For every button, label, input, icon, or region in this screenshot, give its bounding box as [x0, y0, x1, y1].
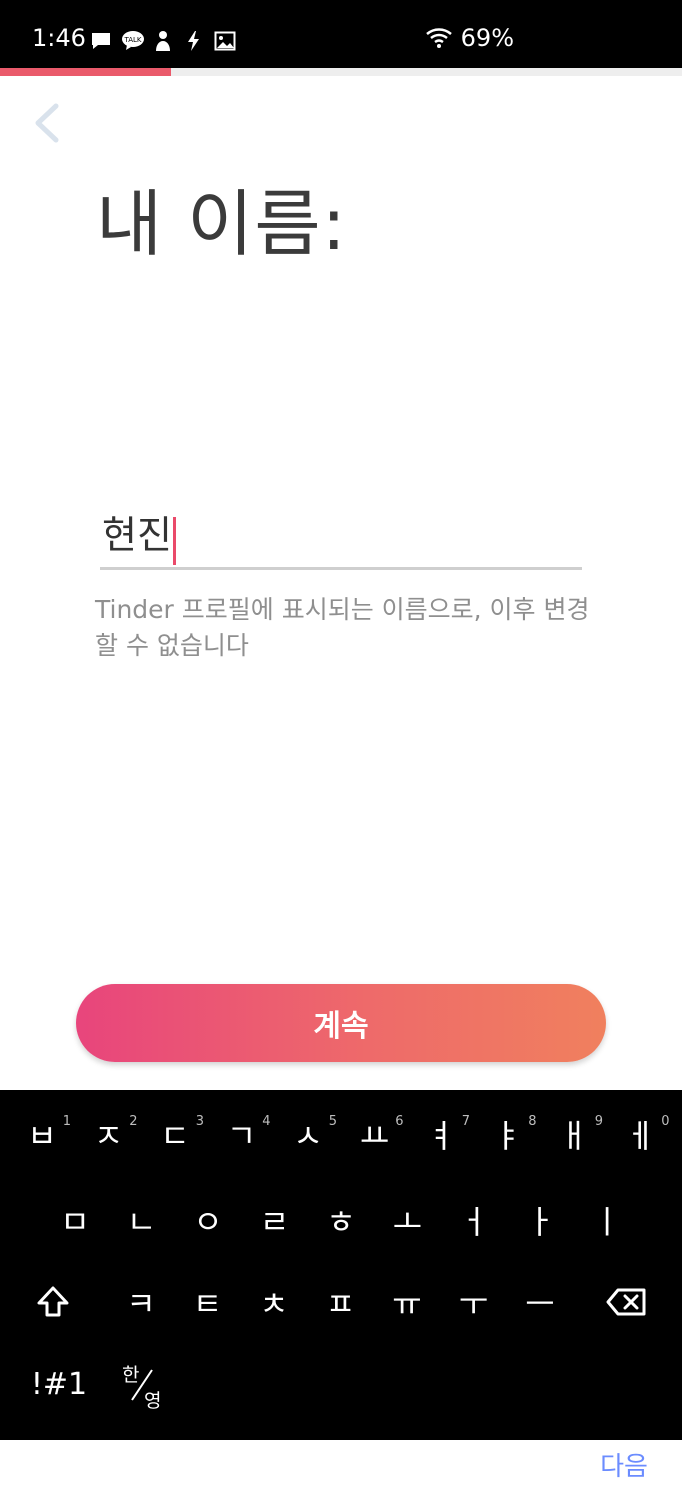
text-caret: [172, 516, 176, 565]
key-label: ㄴ: [126, 1203, 157, 1241]
key-label: ㅣ: [592, 1203, 622, 1241]
key-ㅇ[interactable]: ㅇ: [175, 1180, 241, 1260]
key-label: ㅕ: [426, 1117, 456, 1155]
notification-icons: TALK: [90, 30, 236, 52]
status-bar: 1:46 TALK 69%: [0, 0, 682, 68]
key-ㅈ[interactable]: ㅈ2: [76, 1094, 142, 1174]
name-input-value[interactable]: 현진: [100, 513, 172, 557]
key-label: ㅜ: [458, 1285, 489, 1323]
key-ㅡ[interactable]: ㅡ: [507, 1262, 573, 1342]
space-key[interactable]: 한국어: [274, 1424, 474, 1504]
key-ㅂ[interactable]: ㅂ1: [9, 1094, 75, 1174]
key-ㅜ[interactable]: ㅜ: [441, 1262, 507, 1342]
key-label: ㅠ: [392, 1285, 422, 1323]
key-ㄱ[interactable]: ㄱ4: [209, 1094, 275, 1174]
keyboard-row-4: !#1 한 영 한국어 . 다음: [0, 1344, 682, 1484]
name-input[interactable]: 현진: [100, 505, 582, 570]
key-number-hint: 2: [129, 1114, 138, 1129]
key-ㅁ[interactable]: ㅁ: [42, 1180, 108, 1260]
key-label: ㅡ: [525, 1285, 555, 1323]
key-ㅛ[interactable]: ㅛ6: [342, 1094, 408, 1174]
page-title: 내 이름:: [96, 182, 347, 266]
key-label: ㅎ: [326, 1203, 356, 1241]
keyboard-row-3: ㅋㅌㅊㅍㅠㅜㅡ: [0, 1262, 682, 1346]
key-ㅔ[interactable]: ㅔ0: [608, 1094, 674, 1174]
key-number-hint: 8: [528, 1114, 537, 1129]
key-number-hint: 9: [594, 1114, 603, 1129]
keyboard-row-2: ㅁㄴㅇㄹㅎㅗㅓㅏㅣ: [0, 1180, 682, 1264]
language-key-bottom: 영: [144, 1390, 162, 1412]
key-label: ㅁ: [60, 1203, 90, 1241]
name-hint: Tinder 프로필에 표시되는 이름으로, 이후 변경할 수 없습니다: [95, 595, 590, 660]
key-ㅍ[interactable]: ㅍ: [308, 1262, 374, 1342]
key-ㅠ[interactable]: ㅠ: [374, 1262, 440, 1342]
key-label: ㅓ: [459, 1203, 489, 1241]
key-ㅌ[interactable]: ㅌ: [175, 1262, 241, 1342]
key-label: ㅌ: [192, 1285, 223, 1323]
status-right: 69%: [425, 26, 514, 50]
key-ㅑ[interactable]: ㅑ8: [475, 1094, 541, 1174]
key-ㅊ[interactable]: ㅊ: [241, 1262, 307, 1342]
key-ㅅ[interactable]: ㅅ5: [275, 1094, 341, 1174]
keyboard: ㅂ1ㅈ2ㄷ3ㄱ4ㅅ5ㅛ6ㅕ7ㅑ8ㅐ9ㅔ0 ㅁㄴㅇㄹㅎㅗㅓㅏㅣ ㅋㅌㅊㅍㅠㅜㅡ !…: [0, 1090, 682, 1484]
symbols-key[interactable]: !#1: [26, 1344, 92, 1424]
key-number-hint: 7: [461, 1114, 470, 1129]
key-ㄷ[interactable]: ㄷ3: [142, 1094, 208, 1174]
key-number-hint: 3: [195, 1114, 204, 1129]
key-label: ㅗ: [392, 1203, 423, 1241]
kakaotalk-icon: TALK: [121, 30, 144, 52]
progress-bar: [0, 68, 682, 76]
person-icon: [152, 30, 174, 52]
status-time: 1:46: [32, 24, 86, 52]
key-label: ㄹ: [259, 1203, 290, 1241]
key-number-hint: 1: [62, 1114, 71, 1129]
battery-level: 69%: [460, 24, 514, 52]
key-ㅣ[interactable]: ㅣ: [574, 1180, 640, 1260]
key-label: ㅊ: [259, 1285, 289, 1323]
key-ㅓ[interactable]: ㅓ: [441, 1180, 507, 1260]
key-label: ㅏ: [525, 1203, 556, 1241]
language-key[interactable]: 한 영: [108, 1344, 174, 1424]
key-ㅗ[interactable]: ㅗ: [375, 1180, 441, 1260]
key-ㅎ[interactable]: ㅎ: [308, 1180, 374, 1260]
key-label: ㅑ: [492, 1117, 523, 1155]
key-number-hint: 0: [661, 1114, 670, 1129]
key-label: ㅅ: [293, 1117, 323, 1155]
key-label: ㅍ: [325, 1285, 356, 1323]
key-label: ㅈ: [93, 1117, 124, 1155]
key-label: ㅋ: [126, 1285, 156, 1323]
key-ㄹ[interactable]: ㄹ: [242, 1180, 308, 1260]
key-ㄴ[interactable]: ㄴ: [109, 1180, 175, 1260]
shift-key[interactable]: [20, 1262, 86, 1342]
key-label: ㅐ: [559, 1117, 589, 1155]
image-icon: [214, 30, 236, 52]
key-label: ㅔ: [625, 1117, 656, 1155]
key-ㅏ[interactable]: ㅏ: [508, 1180, 574, 1260]
chat-icon: [90, 30, 112, 52]
back-icon[interactable]: [30, 100, 66, 146]
continue-button[interactable]: 계속: [76, 984, 606, 1062]
key-label: ㄷ: [160, 1117, 190, 1155]
svg-text:TALK: TALK: [123, 36, 141, 44]
key-number-hint: 5: [328, 1114, 337, 1129]
key-label: ㅛ: [359, 1117, 390, 1155]
key-label: ㄱ: [226, 1117, 257, 1155]
language-key-top: 한: [122, 1364, 140, 1386]
key-ㅋ[interactable]: ㅋ: [108, 1262, 174, 1342]
progress-fill: [0, 68, 171, 76]
keyboard-row-1: ㅂ1ㅈ2ㄷ3ㄱ4ㅅ5ㅛ6ㅕ7ㅑ8ㅐ9ㅔ0: [0, 1094, 682, 1178]
key-number-hint: 6: [395, 1114, 404, 1129]
emoji-key[interactable]: [176, 1424, 242, 1504]
wifi-icon: [425, 26, 453, 50]
backspace-key[interactable]: [594, 1262, 660, 1342]
key-ㅕ[interactable]: ㅕ7: [408, 1094, 474, 1174]
period-key[interactable]: .: [508, 1424, 574, 1504]
key-label: ㅂ: [27, 1117, 57, 1155]
key-ㅐ[interactable]: ㅐ9: [541, 1094, 607, 1174]
next-key[interactable]: 다음: [574, 1424, 674, 1504]
bolt-icon: [183, 30, 205, 52]
key-label: ㅇ: [193, 1203, 223, 1241]
key-number-hint: 4: [262, 1114, 271, 1129]
